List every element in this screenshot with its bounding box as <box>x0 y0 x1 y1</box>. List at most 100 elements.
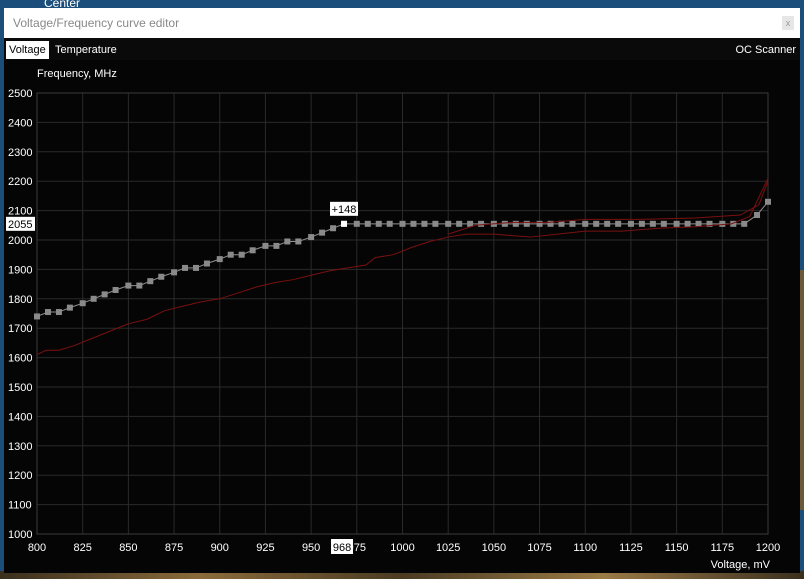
offset-label: +148 <box>330 201 359 216</box>
curve-point <box>182 264 189 271</box>
curve-point <box>421 220 428 227</box>
frequency-readout-text: 2055 <box>8 219 32 231</box>
x-tick-label: 950 <box>302 542 320 554</box>
y-tick-label: 2200 <box>8 176 32 188</box>
curve-point <box>399 220 406 227</box>
curve-point <box>719 220 726 227</box>
curve-point <box>536 220 543 227</box>
close-button[interactable]: x <box>782 16 794 30</box>
x-tick-label: 1050 <box>482 542 506 554</box>
curve-point <box>192 264 199 271</box>
x-tick-label: 1000 <box>390 542 414 554</box>
curve-point <box>627 220 634 227</box>
curve-point <box>445 220 452 227</box>
y-tick-label: 1400 <box>8 411 32 423</box>
curve-point <box>295 238 302 245</box>
curve-point <box>353 220 360 227</box>
oc-scanner-button[interactable]: OC Scanner <box>735 41 796 59</box>
x-axis-label: Voltage, mV <box>711 559 771 571</box>
curve-point <box>660 220 667 227</box>
curve-point <box>125 282 132 289</box>
x-tick-label: 850 <box>119 542 137 554</box>
curve-point <box>741 220 748 227</box>
curve-point <box>432 220 439 227</box>
curve-point <box>523 220 530 227</box>
curve-point <box>147 278 154 285</box>
curve-point <box>66 304 73 311</box>
curve-point <box>90 295 97 302</box>
curve-point <box>410 220 417 227</box>
curve-point <box>638 220 645 227</box>
selected-voltage-readout: 968 <box>331 539 354 554</box>
curve-point <box>604 220 611 227</box>
y-axis-label: Frequency, MHz <box>37 68 117 80</box>
tab-bar: Voltage Temperature OC Scanner <box>4 38 800 60</box>
selected-frequency-readout: 2055 <box>6 216 35 231</box>
y-tick-label: 2500 <box>8 88 32 100</box>
curve-point <box>375 220 382 227</box>
curve-point <box>386 220 393 227</box>
curve-point <box>238 251 245 258</box>
curve-point <box>330 225 337 232</box>
y-tick-label: 1300 <box>8 441 32 453</box>
curve-point <box>615 220 622 227</box>
y-tick-label: 1500 <box>8 382 32 394</box>
y-tick-label: 2300 <box>8 147 32 159</box>
x-tick-label: 1100 <box>573 542 597 554</box>
curve-point <box>319 229 326 236</box>
x-tick-label: 825 <box>74 542 92 554</box>
voltage-readout-text: 968 <box>333 542 351 554</box>
curve-point <box>754 212 761 219</box>
curve-point <box>136 282 143 289</box>
x-tick-label: 800 <box>28 542 46 554</box>
tab-temperature[interactable]: Temperature <box>52 41 120 59</box>
curve-point <box>203 260 210 267</box>
y-tick-label: 1900 <box>8 264 32 276</box>
tab-voltage[interactable]: Voltage <box>6 41 49 59</box>
vf-curve-editor-window: Voltage/Frequency curve editor x Voltage… <box>4 8 800 573</box>
x-tick-label: 875 <box>165 542 183 554</box>
curve-point <box>273 242 280 249</box>
y-tick-label: 1800 <box>8 294 32 306</box>
curve-point <box>364 220 371 227</box>
x-tick-label: 925 <box>256 542 274 554</box>
x-tick-label: 1175 <box>710 542 734 554</box>
curve-point <box>44 309 51 316</box>
x-tick-label: 900 <box>211 542 229 554</box>
curve-point <box>582 220 589 227</box>
curve-point <box>673 220 680 227</box>
curve-point <box>569 220 576 227</box>
curve-point <box>593 220 600 227</box>
y-tick-label: 1700 <box>8 323 32 335</box>
curve-point <box>308 234 315 241</box>
x-tick-label: 1125 <box>619 542 643 554</box>
y-tick-label: 2000 <box>8 235 32 247</box>
curve-point <box>765 198 771 205</box>
x-tick-label: 1150 <box>665 542 689 554</box>
curve-point <box>456 220 463 227</box>
curve-point <box>34 313 40 320</box>
curve-point <box>55 309 62 316</box>
curve-point <box>101 291 108 298</box>
selected-curve-point <box>341 220 348 227</box>
curve-point <box>512 220 519 227</box>
y-tick-label: 2400 <box>8 117 32 129</box>
x-tick-label: 1200 <box>756 542 780 554</box>
curve-point <box>227 251 234 258</box>
y-tick-label: 1000 <box>8 529 32 541</box>
curve-point <box>684 220 691 227</box>
curve-point <box>158 273 165 280</box>
curve-point <box>284 238 291 245</box>
x-tick-label: 1025 <box>436 542 460 554</box>
curve-point <box>478 220 485 227</box>
x-tick-label: 1075 <box>527 542 551 554</box>
curve-point <box>112 286 119 293</box>
window-title: Voltage/Frequency curve editor <box>13 16 180 30</box>
y-tick-label: 1100 <box>8 500 32 512</box>
curve-point <box>501 220 508 227</box>
curve-point <box>649 220 656 227</box>
offset-label-text: +148 <box>332 204 357 216</box>
curve-point <box>79 300 86 307</box>
vf-curve-chart[interactable]: 800 825 850 875 900 925 950 975 1000 1025 1050 1075… <box>4 60 800 573</box>
title-bar[interactable]: Voltage/Frequency curve editor x <box>4 8 800 38</box>
